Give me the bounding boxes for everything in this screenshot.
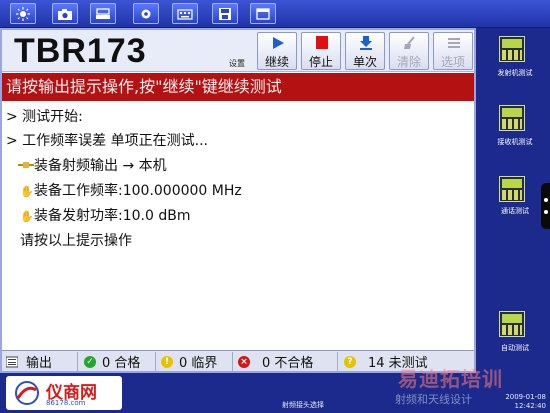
play-icon bbox=[273, 37, 284, 49]
output-label: 输出 bbox=[26, 356, 53, 371]
test-mode-panel: 发射机测试 接收机测试 通话测试 自动测试 bbox=[480, 28, 550, 373]
stop-button[interactable]: 停止 bbox=[301, 32, 341, 70]
auto-test-icon[interactable] bbox=[499, 311, 525, 337]
fail-count: × 0 不合格 bbox=[234, 352, 338, 371]
stop-label: 停止 bbox=[308, 55, 333, 69]
gear-icon[interactable] bbox=[133, 3, 159, 24]
rf-connector-select[interactable]: 射频接头选择 bbox=[282, 400, 324, 410]
log-line: ✋装备发射功率:10.0 dBm bbox=[20, 205, 190, 225]
pass-count: ✓ 0 合格 bbox=[80, 352, 156, 371]
list-icon bbox=[6, 356, 18, 367]
date: 2009-01-08 bbox=[505, 393, 546, 401]
continue-button[interactable]: 继续 bbox=[257, 32, 297, 70]
question-icon: ? bbox=[344, 355, 356, 368]
stop-icon bbox=[316, 36, 328, 49]
call-test-label[interactable]: 通话测试 bbox=[482, 206, 548, 216]
prompt-banner: 请按输出提示操作,按"继续"键继续测试 bbox=[2, 73, 474, 101]
logo-sub: 86178.com bbox=[46, 399, 86, 407]
tx-test-label[interactable]: 发射机测试 bbox=[482, 68, 548, 78]
watermark-sub: 射频和天线设计 bbox=[395, 393, 472, 406]
rx-test-icon[interactable] bbox=[499, 105, 525, 131]
logo-mark-icon bbox=[15, 381, 39, 405]
limit-count: ! 0 临界 bbox=[157, 352, 233, 371]
broom-icon bbox=[404, 36, 415, 49]
step-down-icon bbox=[360, 36, 372, 50]
connector-icon bbox=[18, 162, 34, 168]
log-line-text: 装备工作频率:100.000000 MHz bbox=[34, 183, 242, 199]
log-line-text: 装备发射功率:10.0 dBm bbox=[34, 208, 191, 224]
tx-test-icon[interactable] bbox=[499, 36, 525, 62]
auto-test-label[interactable]: 自动测试 bbox=[482, 343, 548, 353]
watermark: 易迪拓培训 bbox=[398, 367, 503, 391]
main-window: TBR173 设置 继续 停止 单次 清除 选项 请按输出提示操作,按"继续"键… bbox=[0, 28, 476, 373]
side-scroll-handle[interactable] bbox=[541, 183, 550, 229]
rx-test-label[interactable]: 接收机测试 bbox=[482, 137, 548, 147]
save-icon[interactable] bbox=[212, 3, 238, 24]
camera-icon[interactable] bbox=[52, 3, 78, 24]
log-line: 装备射频输出 → 本机 bbox=[18, 155, 167, 175]
options-label: 选项 bbox=[440, 55, 465, 69]
clear-button[interactable]: 清除 bbox=[389, 32, 429, 70]
brightness-icon[interactable] bbox=[10, 3, 36, 24]
warning-icon: ! bbox=[161, 355, 173, 368]
continue-label: 继续 bbox=[264, 55, 289, 69]
options-button[interactable]: 选项 bbox=[433, 32, 473, 70]
site-logo: 仪商网 86178.com bbox=[6, 376, 122, 410]
log-line: > 测试开始: bbox=[6, 109, 83, 125]
output-segment[interactable]: 输出 bbox=[2, 352, 78, 371]
options-icon bbox=[448, 38, 460, 48]
check-icon: ✓ bbox=[84, 355, 96, 368]
single-label: 单次 bbox=[352, 55, 377, 69]
title-row: TBR173 设置 继续 停止 单次 清除 选项 bbox=[2, 30, 474, 72]
top-toolbar bbox=[0, 0, 550, 28]
fail-icon: × bbox=[238, 355, 250, 368]
clear-label: 清除 bbox=[396, 55, 421, 69]
call-test-icon[interactable] bbox=[499, 176, 525, 202]
hand-pointer-icon: ✋ bbox=[20, 185, 34, 198]
single-button[interactable]: 单次 bbox=[345, 32, 385, 70]
log-line: ✋装备工作频率:100.000000 MHz bbox=[20, 180, 242, 200]
log-line-text: 装备射频输出 → 本机 bbox=[34, 158, 167, 174]
settings-link[interactable]: 设置 bbox=[229, 58, 245, 69]
datetime: 2009-01-08 12:42:40 bbox=[490, 393, 546, 411]
log-line: 请按以上提示操作 bbox=[20, 233, 132, 249]
time: 12:42:40 bbox=[514, 402, 546, 410]
tray-icon[interactable] bbox=[90, 3, 116, 24]
window-icon[interactable] bbox=[250, 3, 276, 24]
model-title: TBR173 bbox=[14, 32, 147, 70]
log-line: > 工作频率误差 单项正在测试... bbox=[6, 133, 208, 149]
keyboard-icon[interactable] bbox=[172, 3, 198, 24]
hand-pointer-icon: ✋ bbox=[20, 210, 34, 223]
